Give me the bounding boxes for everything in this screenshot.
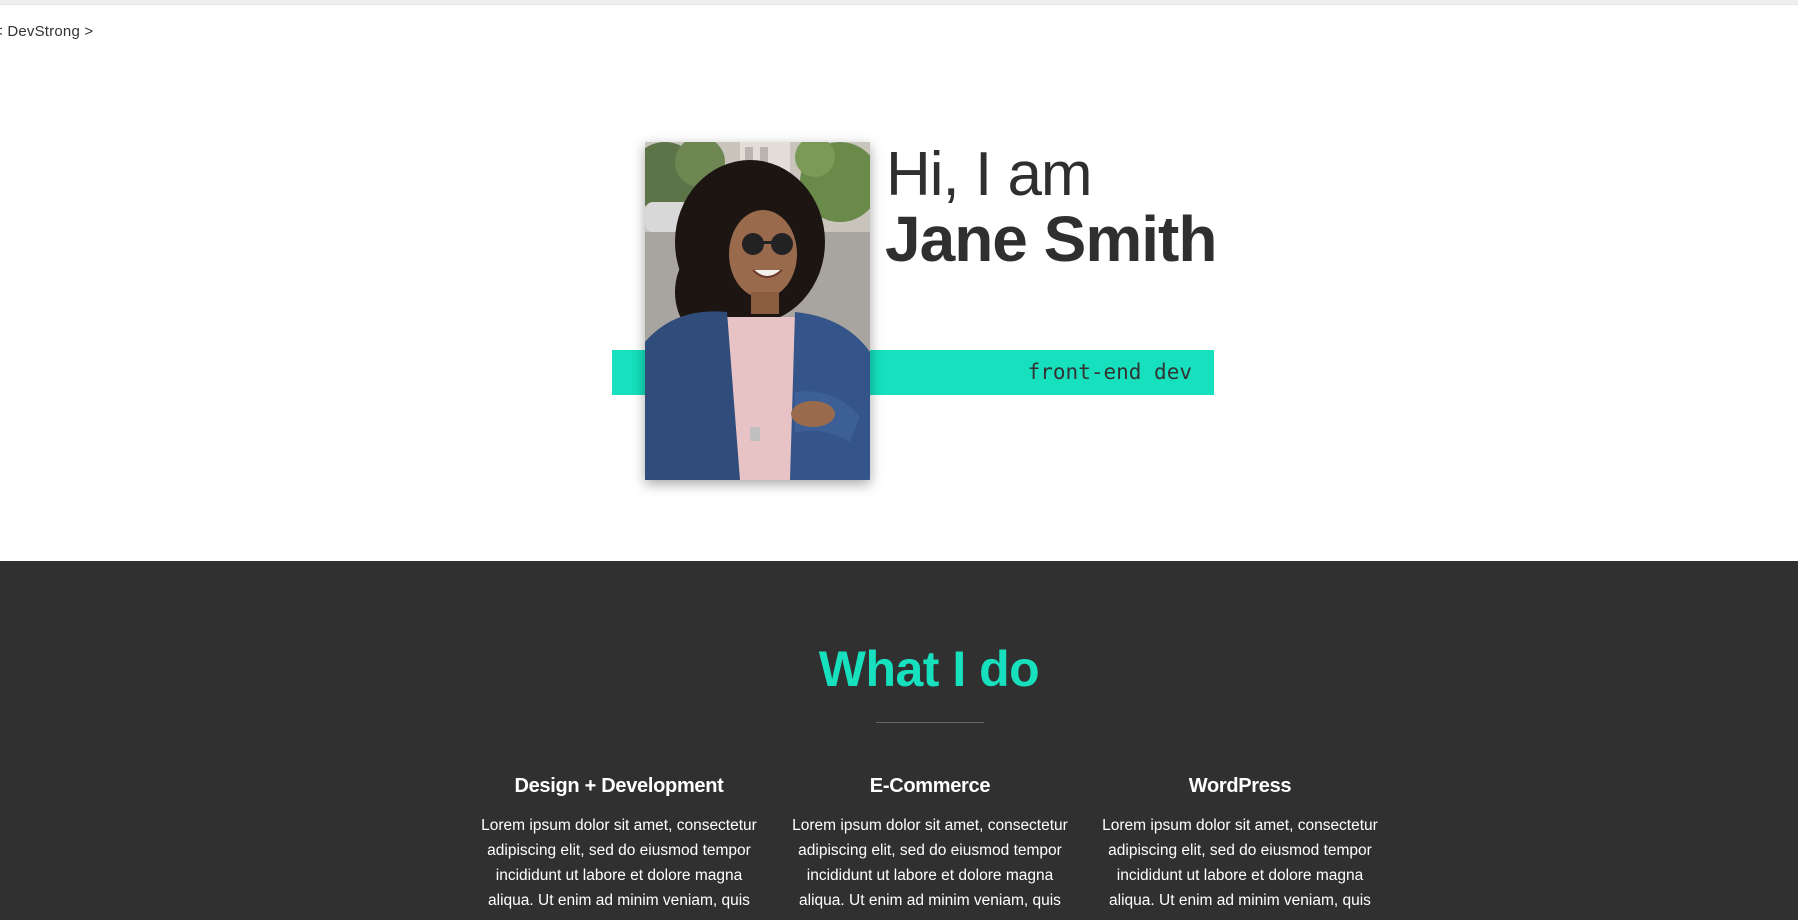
service-title: Design + Development (514, 775, 724, 797)
hero-greeting: Hi, I am (886, 140, 1093, 209)
hero-name: Jane Smith (885, 203, 1217, 275)
site-logo[interactable]: < DevStrong > (0, 23, 93, 40)
service-description: Lorem ipsum dolor sit amet, consectetur … (1102, 817, 1378, 909)
services-section: What I do Design + Development Lorem ips… (0, 561, 1798, 920)
service-title: WordPress (1188, 775, 1292, 797)
profile-photo (645, 142, 870, 480)
section-divider (876, 722, 984, 723)
service-description: Lorem ipsum dolor sit amet, consectetur … (481, 817, 757, 909)
service-description: Lorem ipsum dolor sit amet, consectetur … (792, 817, 1068, 909)
hero-section: < DevStrong > front-end dev Hi, I am Jan… (0, 0, 1798, 561)
role-label: front-end dev (1027, 360, 1192, 384)
service-card: E-Commerce Lorem ipsum dolor sit amet, c… (790, 773, 1070, 913)
service-title: E-Commerce (869, 775, 991, 797)
service-card: Design + Development Lorem ipsum dolor s… (479, 773, 759, 913)
services-title: What I do (818, 641, 1040, 697)
service-card: WordPress Lorem ipsum dolor sit amet, co… (1100, 773, 1380, 913)
